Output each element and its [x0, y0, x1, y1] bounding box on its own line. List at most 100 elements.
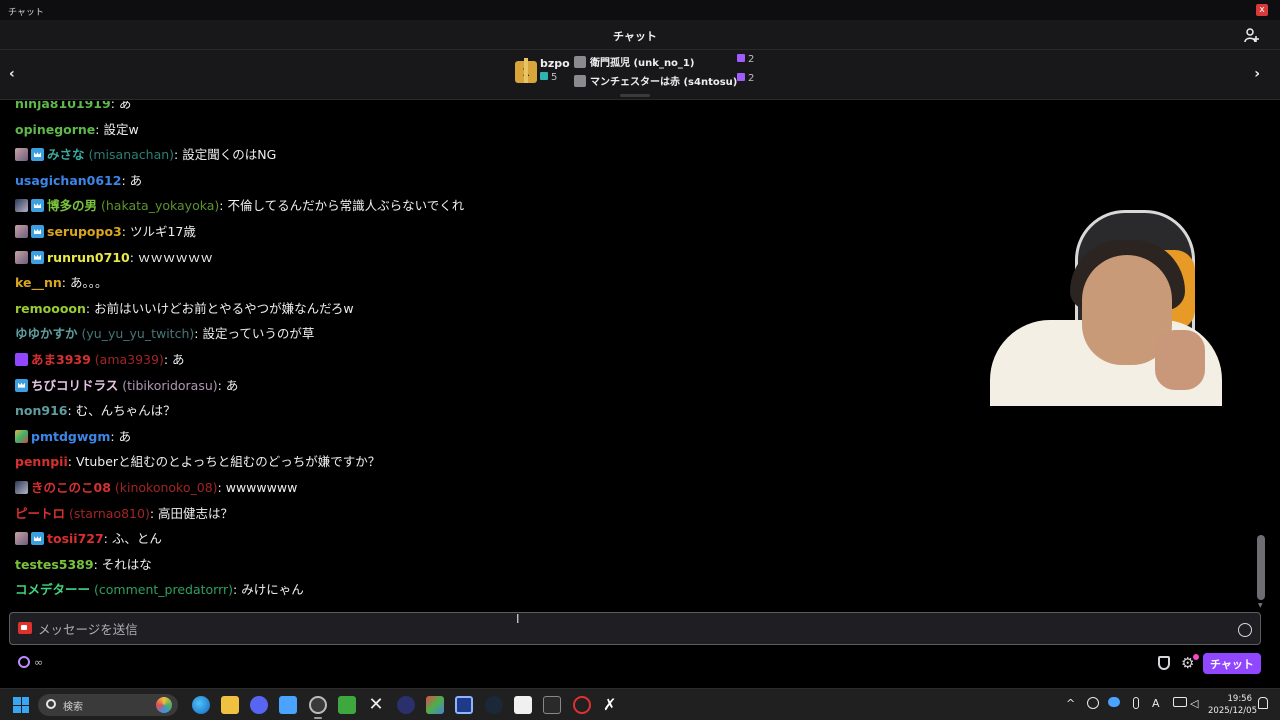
- chat-message[interactable]: ninja8101919: あ: [15, 101, 131, 114]
- chat-username[interactable]: みさな: [47, 147, 85, 162]
- chat-message[interactable]: pennpii: Vtuberと組むのとよっちと組むのどっちが嫌ですか？: [15, 452, 380, 472]
- cloud-icon[interactable]: [1108, 697, 1120, 707]
- channel-points[interactable]: ∞: [18, 656, 43, 669]
- avatar-badge-icon[interactable]: [15, 225, 28, 238]
- chat-message[interactable]: みさな (misanachan): 設定聞くのはNG: [15, 145, 276, 165]
- microphone-icon[interactable]: [1133, 697, 1139, 709]
- chevron-left-icon[interactable]: ‹: [9, 66, 15, 82]
- chat-username[interactable]: non916: [15, 403, 67, 418]
- chat-message[interactable]: serupopo3: ツルギ17歳: [15, 222, 196, 242]
- chat-message[interactable]: remoooon: お前はいいけどお前とやるやつが嫌なんだろw: [15, 299, 354, 319]
- chevron-right-icon[interactable]: ›: [1254, 66, 1260, 82]
- chat-username[interactable]: remoooon: [15, 301, 86, 316]
- chat-message[interactable]: non916: む、んちゃんは？: [15, 401, 176, 421]
- chat-message[interactable]: コメデターー (comment_predatorrr): みけにゃん: [15, 580, 304, 600]
- camera-icon[interactable]: [18, 622, 32, 634]
- document-icon[interactable]: [514, 696, 532, 714]
- chat-username[interactable]: ピートロ: [15, 506, 65, 521]
- chat-input[interactable]: [38, 617, 1218, 641]
- minecraft-icon[interactable]: [338, 696, 356, 714]
- leaderboard-row[interactable]: マンチェスターは赤 (s4ntosu) 2: [574, 73, 754, 88]
- chat-message[interactable]: きのこのこ08 (kinokonoko_08): wwwwwww: [15, 478, 297, 498]
- chat-message[interactable]: tosii727: ふ、とん: [15, 529, 162, 549]
- chat-login-name[interactable]: (ama3939): [95, 352, 164, 367]
- chat-username[interactable]: ちびコリドラス: [31, 378, 118, 393]
- chat-login-name[interactable]: (starnao810): [69, 506, 150, 521]
- avatar-badge-icon[interactable]: [15, 250, 28, 264]
- shield-icon[interactable]: [1158, 656, 1170, 670]
- subscriber-badge-icon[interactable]: [15, 378, 28, 392]
- scroll-arrow-icon[interactable]: ▼: [1258, 602, 1263, 609]
- chevron-up-icon[interactable]: ^: [1066, 697, 1075, 710]
- chat-login-name[interactable]: (misanachan): [89, 147, 175, 162]
- users-icon[interactable]: [1244, 27, 1260, 43]
- app-icon[interactable]: [543, 696, 561, 714]
- notification-bell-icon[interactable]: [1258, 697, 1268, 709]
- send-chat-button[interactable]: チャット: [1203, 653, 1261, 674]
- file-explorer-icon[interactable]: [221, 696, 239, 714]
- subscriber-badge-icon[interactable]: [31, 225, 44, 238]
- notepad-icon[interactable]: [279, 696, 297, 714]
- chat-username[interactable]: pmtdgwgm: [31, 429, 110, 444]
- taskbar-search[interactable]: 検索: [38, 694, 178, 716]
- ime-indicator[interactable]: A: [1152, 697, 1160, 710]
- avatar-badge-icon[interactable]: [15, 199, 28, 213]
- chat-message[interactable]: ピートロ (starnao810): 高田健志は？: [15, 504, 233, 524]
- network-icon[interactable]: [1173, 697, 1187, 707]
- chat-username[interactable]: opinegorne: [15, 122, 95, 137]
- monitor-icon[interactable]: [455, 696, 473, 714]
- chat-username[interactable]: runrun0710: [47, 250, 130, 265]
- chat-message[interactable]: あま3939 (ama3939): あ: [15, 350, 185, 370]
- chat-message[interactable]: usagichan0612: あ: [15, 171, 142, 191]
- chat-username[interactable]: ninja8101919: [15, 101, 111, 111]
- sync-icon[interactable]: [1087, 697, 1099, 709]
- avatar-badge-icon[interactable]: [15, 481, 28, 494]
- chat-username[interactable]: ゆゆかすか: [15, 326, 78, 341]
- chat-username[interactable]: 博多の男: [47, 198, 97, 213]
- edge-icon[interactable]: [192, 696, 210, 714]
- badge-icon[interactable]: [15, 353, 28, 366]
- subscriber-badge-icon[interactable]: [31, 199, 44, 213]
- chat-username[interactable]: usagichan0612: [15, 173, 121, 188]
- volume-icon[interactable]: ◁: [1190, 697, 1198, 710]
- chat-message[interactable]: ゆゆかすか (yu_yu_yu_twitch): 設定っていうのが草: [15, 324, 314, 344]
- chat-username[interactable]: serupopo3: [47, 224, 122, 239]
- chat-login-name[interactable]: (comment_predatorrr): [94, 582, 233, 597]
- x-app-icon[interactable]: ✕: [367, 696, 385, 714]
- chat-message[interactable]: ちびコリドラス (tibikoridorasu): あ: [15, 376, 238, 396]
- chat-username[interactable]: tosii727: [47, 531, 104, 546]
- taskbar-clock[interactable]: 19:56 2025/12/05: [1208, 693, 1257, 717]
- scrollbar-thumb[interactable]: [1257, 535, 1265, 600]
- chat-login-name[interactable]: (hakata_yokayoka): [101, 198, 219, 213]
- app-x-icon[interactable]: ✗: [603, 696, 621, 714]
- leaderboard-row[interactable]: 衛門孤児 (unk_no_1) 2: [574, 54, 754, 69]
- avatar-badge-icon[interactable]: [15, 429, 28, 443]
- close-window-button[interactable]: x: [1256, 4, 1268, 16]
- emoji-icon[interactable]: [1238, 623, 1252, 637]
- drive-icon[interactable]: [426, 696, 444, 714]
- avatar-badge-icon[interactable]: [15, 148, 28, 162]
- chat-username[interactable]: pennpii: [15, 454, 68, 469]
- subscriber-badge-icon[interactable]: [31, 532, 44, 546]
- steam-icon[interactable]: [485, 696, 503, 714]
- chat-username[interactable]: testes5389: [15, 557, 94, 572]
- windows-start-icon[interactable]: [13, 697, 29, 713]
- subscriber-badge-icon[interactable]: [31, 148, 44, 162]
- chat-message[interactable]: testes5389: それはな: [15, 555, 152, 575]
- chat-message[interactable]: ke__nn: あ。。。: [15, 273, 107, 293]
- chat-login-name[interactable]: (tibikoridorasu): [122, 378, 217, 393]
- discord-icon[interactable]: [250, 696, 268, 714]
- chat-username[interactable]: コメデターー: [15, 582, 90, 597]
- obs-icon[interactable]: [309, 696, 327, 714]
- chat-message[interactable]: pmtdgwgm: あ: [15, 427, 131, 447]
- chat-username[interactable]: あま3939: [31, 352, 91, 367]
- chat-login-name[interactable]: (kinokonoko_08): [115, 480, 218, 495]
- drag-handle[interactable]: [620, 94, 650, 97]
- controller-icon[interactable]: [397, 696, 415, 714]
- chat-username[interactable]: きのこのこ08: [31, 480, 111, 495]
- avatar-badge-icon[interactable]: [15, 532, 28, 546]
- chat-message[interactable]: runrun0710: ｗｗｗｗｗｗ: [15, 248, 213, 268]
- chat-username[interactable]: ke__nn: [15, 275, 62, 290]
- top-gifter[interactable]: 1 bzpo 5: [515, 57, 571, 97]
- block-icon[interactable]: [573, 696, 591, 714]
